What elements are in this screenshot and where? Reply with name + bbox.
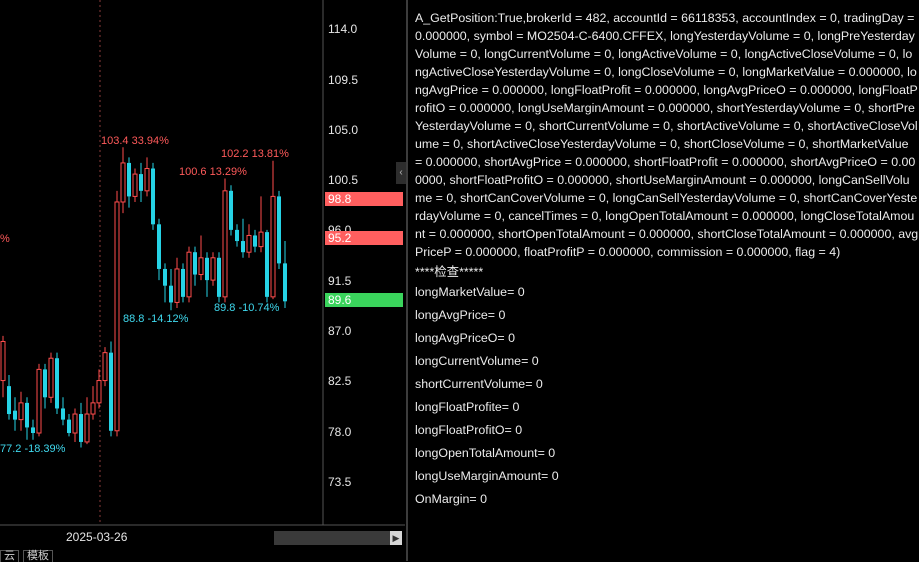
bottom-tab-bar: 云模板 — [0, 550, 57, 562]
candle-up — [210, 257, 216, 281]
position-log-text: A_GetPosition:True,brokerId = 482, accou… — [415, 11, 919, 259]
price-tag-bid: 89.6 — [325, 293, 403, 307]
log-line: longMarketValue= 0 — [415, 285, 525, 299]
tab-template[interactable]: 模板 — [23, 550, 53, 562]
log-line: longFloatProfite= 0 — [415, 400, 520, 414]
candle-down — [13, 410, 17, 420]
candle-down — [67, 419, 71, 434]
y-tick-label: 114.0 — [328, 22, 358, 36]
candle-down — [127, 162, 131, 197]
candle-down — [61, 408, 65, 420]
candle-down — [55, 358, 59, 409]
candle-up — [258, 231, 264, 248]
candle-down — [79, 414, 83, 442]
log-line: longAvgPrice= 0 — [415, 308, 506, 322]
y-tick-label: 78.0 — [328, 425, 352, 439]
high-annotation: 100.6 13.29% — [179, 166, 247, 178]
candle-up — [144, 168, 150, 192]
candle-down — [217, 257, 221, 297]
candle-up — [132, 173, 138, 197]
high-annotation: 102.2 13.81% — [221, 148, 289, 160]
candle-up — [270, 195, 276, 298]
candle-up — [120, 162, 126, 203]
low-annotation: 77.2 -18.39% — [0, 443, 66, 455]
log-line: longAvgPriceO= 0 — [415, 331, 515, 345]
candle-up — [96, 380, 102, 404]
candle-up — [102, 352, 108, 382]
low-annotation: 88.8 -14.12% — [123, 313, 189, 325]
candle-up — [36, 368, 42, 434]
candle-up — [48, 357, 54, 398]
y-tick-label: 82.5 — [328, 374, 352, 388]
candle-down — [205, 257, 209, 281]
candle-up — [174, 268, 180, 303]
kline-chart-panel[interactable]: 114.0 109.5 105.0 100.5 96.0 91.5 87.0 8… — [0, 0, 405, 562]
tab-cloud[interactable]: 云 — [0, 550, 19, 562]
candle-down — [25, 402, 29, 428]
candle-down — [241, 241, 245, 253]
y-tick-label: 109.5 — [328, 73, 359, 87]
log-line: longFloatProfitO= 0 — [415, 423, 523, 437]
candle-down — [7, 386, 11, 415]
candle-down — [235, 229, 239, 242]
candle-up — [186, 251, 192, 298]
price-tag-last: 95.2 — [325, 231, 403, 245]
candle-down — [193, 252, 197, 275]
price-tag-ask: 98.8 — [325, 192, 403, 206]
log-line: longUseMarginAmount= 0 — [415, 469, 559, 483]
low-annotation: 89.8 -10.74% — [214, 302, 280, 314]
check-section-title: ****检查***** — [415, 265, 484, 279]
candle-up — [90, 402, 96, 415]
candle-down — [169, 285, 173, 303]
candlestick-series — [0, 147, 287, 448]
candle-up — [114, 201, 120, 432]
candle-up — [198, 257, 204, 276]
candle-up — [0, 340, 6, 382]
y-tick-label: 100.5 — [328, 173, 359, 187]
candle-down — [157, 224, 161, 269]
candle-up — [18, 402, 24, 421]
y-tick-label: 105.0 — [328, 123, 359, 137]
candle-down — [151, 168, 155, 225]
candle-down — [109, 352, 113, 431]
candle-down — [139, 174, 143, 191]
candle-down — [265, 232, 269, 297]
candle-down — [181, 268, 185, 297]
candle-down — [31, 427, 35, 434]
scroll-right-arrow-icon[interactable]: ▶ — [390, 531, 402, 545]
collapse-panel-chevron-icon[interactable]: ‹ — [396, 162, 406, 184]
chart-horizontal-scrollbar[interactable]: ▶ — [274, 531, 402, 545]
x-axis-date-label: 2025-03-26 — [66, 530, 128, 544]
candle-up — [246, 234, 252, 253]
candle-up — [72, 413, 78, 434]
log-line: OnMargin= 0 — [415, 492, 487, 506]
candle-up — [84, 413, 90, 443]
y-tick-label: 73.5 — [328, 475, 352, 489]
high-annotation: 103.4 33.94% — [101, 135, 169, 147]
log-line: longOpenTotalAmount= 0 — [415, 446, 556, 460]
candle-up — [222, 190, 228, 298]
candle-down — [229, 190, 233, 230]
strategy-log-panel[interactable]: A_GetPosition:True,brokerId = 482, accou… — [408, 0, 919, 561]
high-annotation-clipped: % — [0, 233, 10, 245]
candle-down — [163, 268, 167, 286]
y-tick-label: 91.5 — [328, 274, 352, 288]
log-line: shortCurrentVolume= 0 — [415, 377, 543, 391]
y-tick-label: 87.0 — [328, 324, 352, 338]
candle-down — [283, 263, 287, 302]
candle-down — [253, 235, 257, 247]
log-line: longCurrentVolume= 0 — [415, 354, 539, 368]
candle-down — [43, 369, 47, 398]
candle-down — [277, 196, 281, 264]
